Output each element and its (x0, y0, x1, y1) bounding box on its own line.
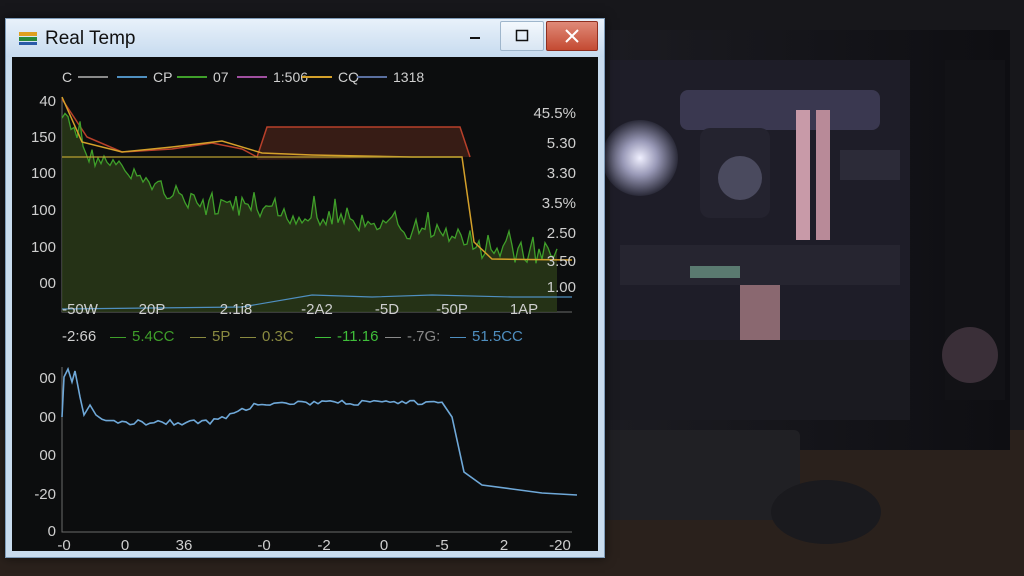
cpu-fan (602, 120, 678, 196)
stats-swatch (450, 337, 466, 338)
top-y-tick-label: 100 (30, 202, 56, 219)
top-x-tick-label: -5D (374, 301, 400, 318)
top-y-tick-label: 100 (30, 239, 56, 256)
bottom-x-tick-label: 0 (120, 537, 130, 551)
bottom-y-tick-label: 00 (39, 447, 56, 464)
top-y2-tick-label: 5.30 (546, 135, 576, 152)
top-y2-tick-label: 3.30 (546, 165, 576, 182)
top-y2-tick-label: 1.00 (546, 279, 576, 296)
top-x-tick-label: 2.1i8 (219, 301, 253, 318)
bottom-y-tick-label: 00 (39, 409, 56, 426)
top-x-tick-label: -2A2 (301, 301, 333, 318)
mouse (771, 480, 881, 544)
top-x-tick-label: 1AP (509, 301, 539, 318)
close-icon (565, 29, 579, 43)
stats-swatch (385, 337, 401, 338)
top-y-tick-label: 100 (30, 165, 56, 182)
maximize-icon (515, 29, 529, 42)
top-y2-tick-label: 3.5% (541, 195, 576, 212)
app-logo-icon (19, 32, 37, 45)
bottom-x-tick-label: -2 (317, 537, 331, 551)
title-bar[interactable]: Real Temp (6, 19, 604, 57)
bottom-x-tick-label: -0 (257, 537, 271, 551)
top-y2-tick-label: 3.50 (546, 253, 576, 270)
bottom-x-tick-label: 2 (499, 537, 509, 551)
maximize-button[interactable] (500, 21, 544, 51)
bottom-x-tick-label: -20 (549, 537, 571, 551)
top-x-tick-label: -50W (62, 301, 98, 318)
bottom-load-chart (61, 366, 578, 533)
stats-swatch (190, 337, 206, 338)
stats-value: 5.4CC (132, 328, 175, 345)
minimize-button[interactable] (452, 21, 498, 51)
stats-value: 51.5CC (472, 328, 523, 345)
bottom-chart-axes (61, 367, 572, 533)
bottom-x-tick-label: 36 (175, 537, 193, 551)
top-y2-tick-label: 2.50 (546, 225, 576, 242)
stats-swatch (110, 337, 126, 338)
top-x-tick-label: 20P (138, 301, 166, 318)
bottom-series-line (61, 366, 578, 496)
stats-swatch (240, 337, 256, 338)
bottom-y-tick-label: 0 (47, 523, 56, 540)
real-temp-window: Real Temp C CP 07 1:506 CQ 1318 -2:66 5.4CC 5P 0… (5, 18, 605, 558)
bottom-y-tick-label: 00 (39, 370, 56, 387)
top-temperature-chart (61, 96, 573, 313)
top-y-tick-label: 40 (39, 93, 56, 110)
stats-value: -11.16 (337, 328, 379, 345)
stats-swatch (315, 337, 331, 338)
close-button[interactable] (546, 21, 598, 51)
graph-area: C CP 07 1:506 CQ 1318 -2:66 5.4CC 5P 0.3C -11.16-… (12, 57, 598, 551)
bottom-x-tick-label: 0 (379, 537, 389, 551)
red-area-fill (257, 127, 470, 160)
bottom-y-tick-label: -20 (34, 486, 56, 503)
keyboard (600, 430, 800, 520)
bottom-x-tick-label: -0 (57, 537, 71, 551)
minimize-icon (470, 37, 480, 39)
bottom-x-tick-label: -5 (435, 537, 449, 551)
stats-value: -2:66 (62, 328, 97, 345)
top-y2-tick-label: 45.5% (533, 105, 576, 122)
stats-value: 0.3C (262, 328, 294, 345)
top-y-tick-label: 00 (39, 275, 56, 292)
window-title: Real Temp (45, 28, 136, 49)
stats-value: 5P (212, 328, 231, 345)
top-y-tick-label: 150 (30, 129, 56, 146)
stats-value: -.7G: (407, 328, 441, 345)
top-x-tick-label: -50P (436, 301, 468, 318)
